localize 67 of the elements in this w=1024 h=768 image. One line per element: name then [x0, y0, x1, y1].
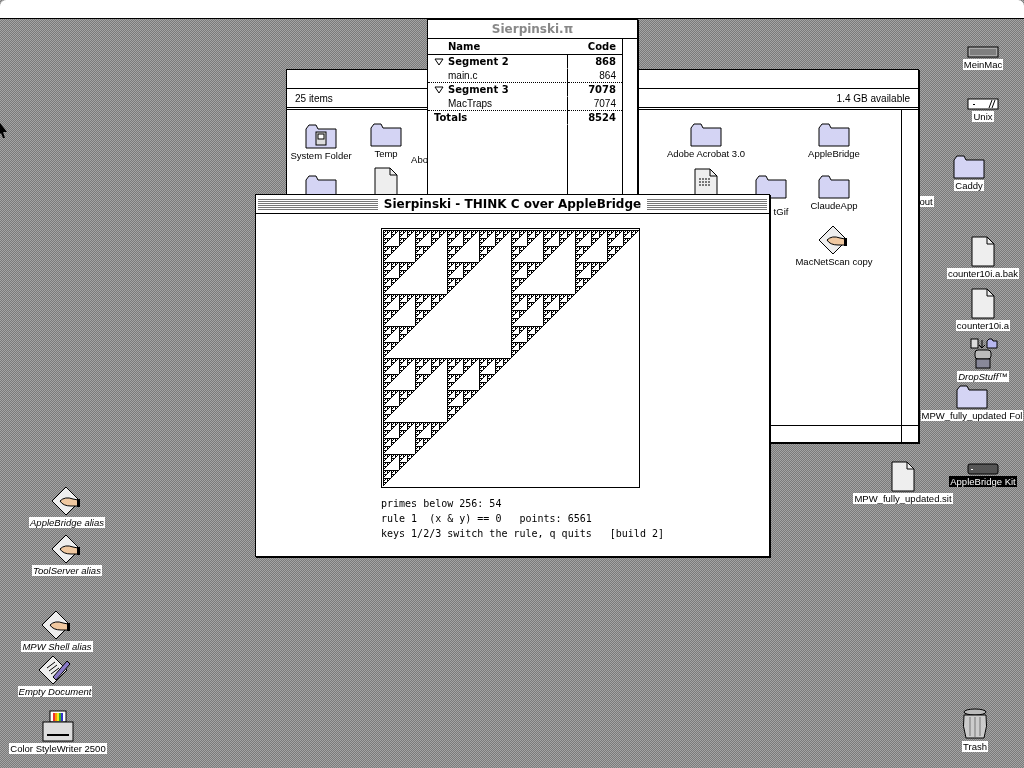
code-size: 864: [568, 69, 622, 83]
document-icon: [891, 461, 915, 492]
icon-label[interactable]: Caddy: [954, 180, 984, 191]
folder-icon: [818, 123, 850, 147]
hand-on-diamond-icon: [41, 610, 73, 640]
drive-icon: [967, 46, 999, 58]
printer-icon: [42, 710, 74, 742]
drive-icon: [967, 98, 999, 110]
code-size: 868: [594, 55, 617, 69]
icon-label[interactable]: Color StyleWriter 2500: [9, 743, 107, 754]
icon-label[interactable]: AppleBridge: [807, 148, 861, 159]
icon-label[interactable]: counter10i.a: [955, 320, 1011, 331]
icon-label[interactable]: MPW_fully_updated Fol: [920, 410, 1024, 421]
icon-label[interactable]: MeinMac: [962, 59, 1004, 70]
output-line: rule 1 (x & y) == 0 points: 6561: [381, 512, 593, 526]
item-count: 25 items: [295, 92, 333, 104]
icon-label[interactable]: System Folder: [289, 150, 353, 161]
icon-label[interactable]: Adobe Acrobat 3.0: [665, 148, 747, 159]
output-line: primes below 256: 54: [381, 497, 503, 511]
icon-label[interactable]: ClaudeApp: [809, 200, 859, 211]
drive-icon: [967, 463, 999, 475]
pen-on-paper-icon: [39, 655, 71, 685]
icon-label[interactable]: MacNetScan copy: [794, 256, 874, 267]
system-folder-icon: [305, 123, 337, 149]
row-name[interactable]: MacTraps: [448, 98, 493, 109]
folder-icon: [956, 385, 988, 409]
icon-label[interactable]: ToolServer alias: [32, 565, 102, 576]
title-bar[interactable]: Sierpinski.π: [428, 20, 637, 39]
icon-label[interactable]: Empty Document: [17, 686, 93, 697]
icon-label[interactable]: Trash: [962, 741, 988, 752]
hand-on-diamond-icon: [51, 486, 83, 516]
output-line: keys 1/2/3 switch the rule, q quits [build 2]: [381, 527, 665, 541]
icon-label[interactable]: MPW Shell alias: [21, 641, 93, 652]
hand-on-diamond-icon: [51, 534, 83, 564]
trash-icon: [961, 708, 989, 740]
column-header[interactable]: Code: [568, 39, 622, 55]
title-bar[interactable]: Sierpinski - THINK C over AppleBridge: [256, 195, 769, 214]
row-name[interactable]: main.c: [448, 70, 478, 81]
folder-icon: [953, 155, 985, 179]
available-space: 1.4 GB available: [836, 92, 910, 104]
code-size: 7074: [568, 97, 622, 111]
icon-label[interactable]: tGif: [772, 206, 790, 217]
column-header[interactable]: Name: [428, 39, 568, 55]
icon-label[interactable]: AppleBridge Kit: [949, 476, 1017, 487]
icon-label[interactable]: Abo: [410, 154, 429, 165]
folder-icon: [818, 175, 850, 199]
icon-label[interactable]: MPW_fully_updated.sit: [853, 493, 953, 504]
installer-icon: [967, 338, 999, 370]
code-size: 7078: [587, 83, 617, 97]
cursor-icon: [0, 123, 8, 139]
row-name[interactable]: Totals: [434, 112, 468, 123]
document-icon: [971, 288, 995, 319]
window-title: Sierpinski - THINK C over AppleBridge: [377, 197, 648, 211]
folder-icon: [370, 123, 402, 147]
row-name[interactable]: Segment 3: [448, 84, 509, 95]
document-icon: [971, 236, 995, 267]
expanded-triangle-icon[interactable]: [434, 85, 444, 94]
expanded-triangle-icon[interactable]: [434, 57, 444, 66]
icon-label[interactable]: Unix: [972, 111, 994, 122]
folder-icon: [690, 123, 722, 147]
row-name[interactable]: Segment 2: [448, 56, 509, 67]
code-size: 8524: [587, 111, 617, 125]
hand-on-diamond-icon: [818, 225, 850, 255]
icon-label[interactable]: DropStuff™: [957, 371, 1009, 382]
icon-label[interactable]: counter10i.a.bak: [946, 268, 1020, 279]
icon-label[interactable]: Temp: [373, 148, 399, 159]
icon-label[interactable]: AppleBridge alias: [29, 517, 105, 528]
